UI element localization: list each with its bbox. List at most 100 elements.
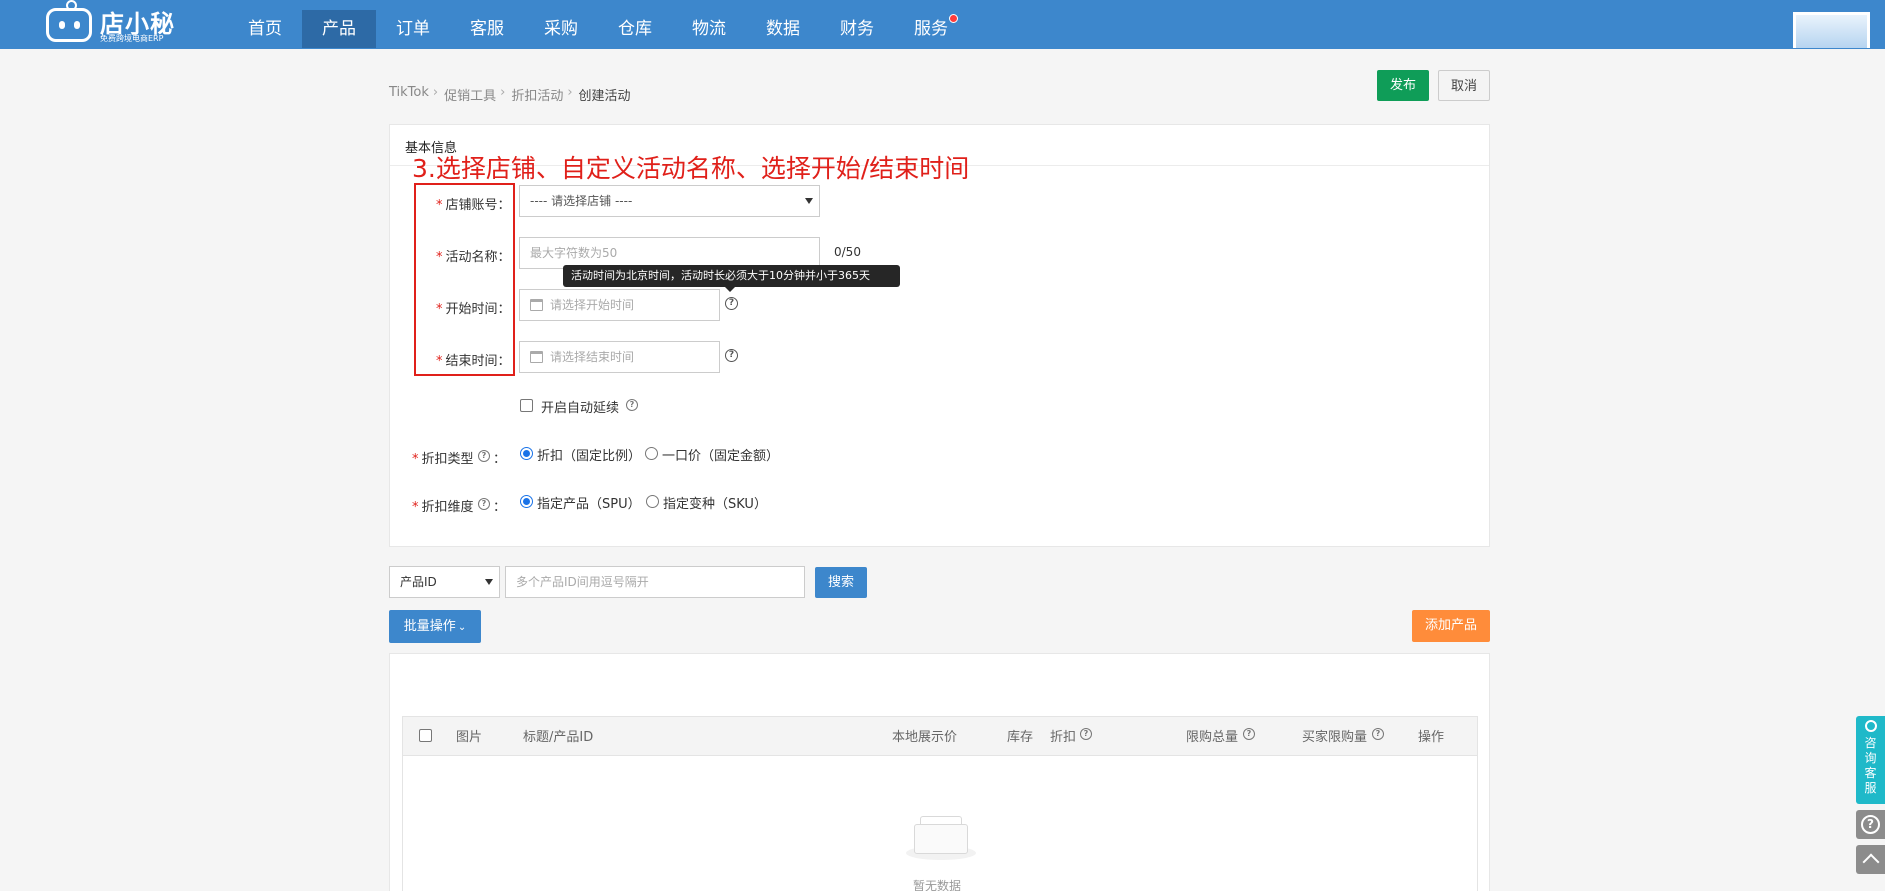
chevron-down-icon <box>805 198 813 204</box>
breadcrumb-chevron-icon: › <box>432 85 439 100</box>
required-mark: * <box>436 250 443 265</box>
empty-inbox-icon <box>906 816 976 864</box>
required-mark: * <box>436 198 443 213</box>
column-title: 标题/产品ID <box>523 730 594 745</box>
select-all-checkbox[interactable] <box>419 729 432 742</box>
publish-button[interactable]: 发布 <box>1377 70 1429 101</box>
discount-dimension-text: 折扣维度 <box>421 500 474 515</box>
discount-type-percent-label[interactable]: 折扣（固定比例） <box>537 445 641 464</box>
back-to-top-button[interactable] <box>1856 845 1885 874</box>
calendar-icon <box>530 299 543 311</box>
shop-account-label: * 店铺账号： <box>436 194 511 213</box>
nav-products[interactable]: 产品 <box>302 10 376 48</box>
colon: ： <box>493 452 507 467</box>
headset-icon <box>1864 720 1877 732</box>
nav-logistics[interactable]: 物流 <box>672 10 746 48</box>
user-account-box[interactable] <box>1793 12 1870 48</box>
column-discount: 折扣 <box>1050 730 1077 745</box>
help-icon[interactable]: ? <box>725 297 738 310</box>
help-icon[interactable]: ? <box>478 498 490 510</box>
colon: ： <box>493 500 507 515</box>
colon: ： <box>497 250 511 265</box>
search-field-select[interactable]: 产品ID <box>389 566 500 598</box>
nav-warehouse[interactable]: 仓库 <box>598 10 672 48</box>
breadcrumb-chevron-icon: › <box>500 85 506 100</box>
add-product-button[interactable]: 添加产品 <box>1412 610 1490 642</box>
auto-renew-label[interactable]: 开启自动延续 <box>541 397 619 416</box>
chevron-down-icon <box>485 579 493 585</box>
search-button[interactable]: 搜索 <box>815 567 867 598</box>
help-float-button[interactable]: ? <box>1856 810 1885 839</box>
batch-actions-label: 批量操作 <box>403 619 456 634</box>
dimension-sku-label[interactable]: 指定变种（SKU） <box>663 493 767 512</box>
dimension-radio-sku[interactable] <box>646 495 659 508</box>
empty-state-text: 暂无数据 <box>913 879 962 891</box>
column-total-limit: 限购总量 <box>1186 730 1239 745</box>
required-mark: * <box>412 500 419 515</box>
shop-account-text: 店铺账号 <box>445 198 498 213</box>
shop-select[interactable]: ---- 请选择店铺 ---- <box>519 185 820 217</box>
help-icon[interactable]: ? <box>478 450 490 462</box>
chevron-down-icon: ⌄ <box>457 622 467 633</box>
end-time-picker[interactable]: 请选择结束时间 <box>519 341 720 373</box>
column-stock: 库存 <box>1007 730 1034 745</box>
consult-service-label: 咨询客服 <box>1864 736 1877 795</box>
end-time-label: * 结束时间： <box>436 350 511 369</box>
start-time-picker[interactable]: 请选择开始时间 <box>519 289 720 321</box>
column-buyer-limit: 买家限购量 <box>1302 730 1368 745</box>
colon: ： <box>497 354 511 369</box>
colon: ： <box>497 198 511 213</box>
help-icon[interactable]: ? <box>1080 728 1092 740</box>
discount-type-label: * 折扣类型 <box>412 448 474 467</box>
nav-services-label: 服务 <box>914 19 948 39</box>
auto-renew-checkbox[interactable] <box>520 399 533 412</box>
breadcrumb-discount-activity[interactable]: 折扣活动 <box>511 85 563 104</box>
nav-finance[interactable]: 财务 <box>820 10 894 48</box>
start-time-text: 开始时间 <box>445 302 498 317</box>
search-field-value: 产品ID <box>400 575 437 589</box>
end-time-placeholder: 请选择结束时间 <box>550 350 635 364</box>
nav-customer-service[interactable]: 客服 <box>450 10 524 48</box>
cancel-button[interactable]: 取消 <box>1438 70 1490 101</box>
question-icon: ? <box>1861 815 1880 834</box>
nav-orders[interactable]: 订单 <box>376 10 450 48</box>
help-icon[interactable]: ? <box>626 399 638 411</box>
dimension-spu-label[interactable]: 指定产品（SPU） <box>537 493 641 512</box>
activity-name-text: 活动名称 <box>445 250 498 265</box>
column-price: 本地展示价 <box>892 730 958 745</box>
discount-type-radio-percent[interactable] <box>520 447 533 460</box>
product-id-search-input[interactable]: 多个产品ID间用逗号隔开 <box>505 566 805 598</box>
activity-name-label: * 活动名称： <box>436 246 511 265</box>
discount-type-fixed-label[interactable]: 一口价（固定金额） <box>662 445 779 464</box>
end-time-text: 结束时间 <box>445 354 498 369</box>
start-time-placeholder: 请选择开始时间 <box>550 298 635 312</box>
batch-actions-button[interactable]: 批量操作 ⌄ <box>389 610 481 643</box>
discount-type-text: 折扣类型 <box>421 452 474 467</box>
consult-service-button[interactable]: 咨询客服 <box>1856 716 1885 804</box>
calendar-icon <box>530 351 543 363</box>
character-counter: 0/50 <box>834 245 861 259</box>
dimension-radio-spu[interactable] <box>520 495 533 508</box>
nav-services[interactable]: 服务 <box>894 10 968 48</box>
required-mark: * <box>412 452 419 467</box>
robot-logo-icon <box>46 0 92 42</box>
discount-type-radio-fixed[interactable] <box>645 447 658 460</box>
logo-subtitle: 免费跨境电商ERP <box>100 34 164 43</box>
column-image: 图片 <box>456 730 483 745</box>
breadcrumb: TikTok › 促销工具 › 折扣活动 › 创建活动 <box>389 85 635 104</box>
help-icon[interactable]: ? <box>1372 728 1384 740</box>
column-actions: 操作 <box>1418 730 1445 745</box>
discount-dimension-label: * 折扣维度 <box>412 496 474 515</box>
start-time-label: * 开始时间： <box>436 298 511 317</box>
help-icon[interactable]: ? <box>1243 728 1255 740</box>
colon: ： <box>497 302 511 317</box>
breadcrumb-tiktok[interactable]: TikTok <box>389 85 429 104</box>
nav-purchasing[interactable]: 采购 <box>524 10 598 48</box>
activity-time-tooltip: 活动时间为北京时间，活动时长必须大于10分钟并小于365天 <box>563 265 900 292</box>
logo[interactable]: 店小秘 免费跨境电商ERP <box>46 0 176 46</box>
help-icon[interactable]: ? <box>725 349 738 362</box>
breadcrumb-promotion-tools[interactable]: 促销工具 <box>444 85 496 104</box>
chevron-up-icon <box>1862 853 1879 871</box>
nav-data[interactable]: 数据 <box>746 10 820 48</box>
nav-home[interactable]: 首页 <box>228 10 302 48</box>
